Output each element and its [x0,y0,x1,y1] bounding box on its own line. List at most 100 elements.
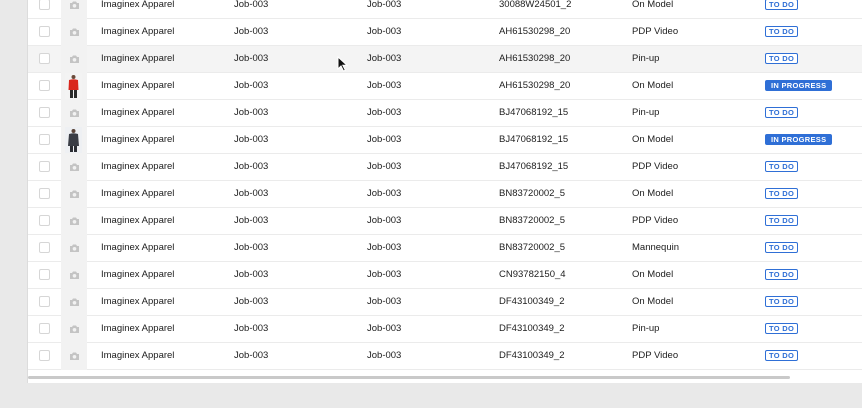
client-name: Imaginex Apparel [101,161,175,172]
camera-icon [70,271,79,279]
row-checkbox[interactable] [39,188,50,199]
job-ref: Job-003 [367,269,402,280]
row-checkbox[interactable] [39,323,50,334]
table-row[interactable]: Imaginex Apparel Job-003 Job-003 BN83720… [28,208,862,235]
row-checkbox[interactable] [39,242,50,253]
job-id: Job-003 [234,107,269,118]
sku-code: AH61530298_20 [499,53,571,64]
job-ref: Job-003 [367,161,402,172]
client-name: Imaginex Apparel [101,188,175,199]
table-row[interactable]: Imaginex Apparel Job-003 Job-003 BJ47068… [28,127,862,154]
table-row[interactable]: Imaginex Apparel Job-003 Job-003 DF43100… [28,343,862,370]
row-checkbox[interactable] [39,0,50,10]
shot-type: PDP Video [632,350,679,361]
sku-code: BN83720002_5 [499,242,566,253]
job-ref: Job-003 [367,134,402,145]
job-ref: Job-003 [367,350,402,361]
camera-icon [70,28,79,36]
table-row[interactable]: Imaginex Apparel Job-003 Job-003 DF43100… [28,289,862,316]
job-id: Job-003 [234,26,269,37]
row-checkbox[interactable] [39,134,50,145]
status-badge[interactable]: IN PROGRESS [765,80,833,91]
job-id: Job-003 [234,80,269,91]
job-id: Job-003 [234,296,269,307]
sku-code: BN83720002_5 [499,215,566,226]
table-row[interactable]: Imaginex Apparel Job-003 Job-003 AH61530… [28,46,862,73]
shot-type: On Model [632,134,674,145]
shot-type: PDP Video [632,161,679,172]
job-id: Job-003 [234,161,269,172]
row-checkbox[interactable] [39,269,50,280]
job-id: Job-003 [234,269,269,280]
job-ref: Job-003 [367,215,402,226]
client-name: Imaginex Apparel [101,80,175,91]
camera-icon [70,163,79,171]
table-row[interactable]: Imaginex Apparel Job-003 Job-003 30088W2… [28,0,862,19]
table-row[interactable]: Imaginex Apparel Job-003 Job-003 AH61530… [28,19,862,46]
product-photo-thumbnail[interactable] [65,127,82,153]
client-name: Imaginex Apparel [101,323,175,334]
shot-type: On Model [632,0,674,10]
client-name: Imaginex Apparel [101,269,175,280]
sku-code: BJ47068192_15 [499,161,569,172]
sku-code: BJ47068192_15 [499,134,569,145]
status-badge[interactable]: TO DO [765,242,799,253]
status-badge[interactable]: TO DO [765,107,799,118]
shot-type: On Model [632,188,674,199]
table-row[interactable]: Imaginex Apparel Job-003 Job-003 CN93782… [28,262,862,289]
status-badge[interactable]: TO DO [765,188,799,199]
job-ref: Job-003 [367,296,402,307]
table-row[interactable]: Imaginex Apparel Job-003 Job-003 BN83720… [28,235,862,262]
horizontal-scrollbar[interactable] [28,376,790,379]
shot-type: On Model [632,269,674,280]
sku-code: CN93782150_4 [499,269,566,280]
camera-icon [70,190,79,198]
sku-code: DF43100349_2 [499,296,565,307]
status-badge[interactable]: TO DO [765,350,799,361]
client-name: Imaginex Apparel [101,296,175,307]
row-checkbox[interactable] [39,53,50,64]
client-name: Imaginex Apparel [101,26,175,37]
status-badge[interactable]: TO DO [765,53,799,64]
status-badge[interactable]: TO DO [765,323,799,334]
sku-code: AH61530298_20 [499,26,571,37]
status-badge[interactable]: IN PROGRESS [765,134,833,145]
shot-type: Mannequin [632,242,680,253]
row-checkbox[interactable] [39,26,50,37]
row-checkbox[interactable] [39,296,50,307]
table-row[interactable]: Imaginex Apparel Job-003 Job-003 BJ47068… [28,154,862,181]
job-id: Job-003 [234,188,269,199]
row-checkbox[interactable] [39,161,50,172]
camera-icon [70,244,79,252]
product-photo-thumbnail[interactable] [65,73,82,99]
shot-type: PDP Video [632,26,679,37]
table-row[interactable]: Imaginex Apparel Job-003 Job-003 AH61530… [28,73,862,100]
shot-type: PDP Video [632,215,679,226]
camera-icon [70,217,79,225]
status-badge[interactable]: TO DO [765,269,799,280]
camera-icon [70,1,79,9]
sku-code: DF43100349_2 [499,323,565,334]
job-id: Job-003 [234,0,269,10]
status-badge[interactable]: TO DO [765,215,799,226]
shot-type: Pin-up [632,323,660,334]
client-name: Imaginex Apparel [101,215,175,226]
job-ref: Job-003 [367,188,402,199]
table-row[interactable]: Imaginex Apparel Job-003 Job-003 BJ47068… [28,100,862,127]
camera-icon [70,298,79,306]
job-ref: Job-003 [367,107,402,118]
status-badge[interactable]: TO DO [765,296,799,307]
status-badge[interactable]: TO DO [765,0,799,10]
client-name: Imaginex Apparel [101,0,175,10]
table-row[interactable]: Imaginex Apparel Job-003 Job-003 BN83720… [28,181,862,208]
row-checkbox[interactable] [39,80,50,91]
row-checkbox[interactable] [39,350,50,361]
job-ref: Job-003 [367,53,402,64]
status-badge[interactable]: TO DO [765,26,799,37]
row-checkbox[interactable] [39,215,50,226]
status-badge[interactable]: TO DO [765,161,799,172]
table-row[interactable]: Imaginex Apparel Job-003 Job-003 DF43100… [28,316,862,343]
camera-icon [70,109,79,117]
mouse-cursor-icon [337,56,349,72]
row-checkbox[interactable] [39,107,50,118]
